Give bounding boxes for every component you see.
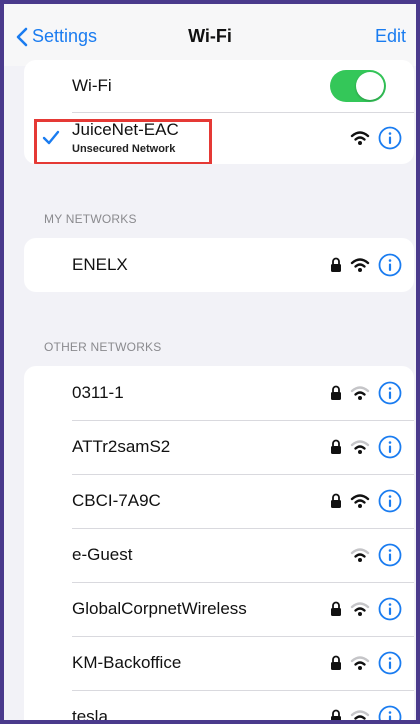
- connected-network-name: JuiceNet-EAC: [72, 120, 179, 139]
- network-icons: [330, 597, 402, 621]
- info-icon[interactable]: [378, 543, 402, 567]
- lock-icon: [330, 709, 342, 720]
- page-title: Wi-Fi: [188, 26, 232, 46]
- lock-icon: [330, 257, 342, 273]
- connected-icons: [350, 126, 402, 150]
- lock-icon: [330, 385, 342, 401]
- my-networks-header: MY NETWORKS: [44, 212, 137, 226]
- wifi-toggle-row: Wi-Fi: [24, 60, 414, 112]
- network-icons: [330, 651, 402, 675]
- network-name: e-Guest: [72, 545, 133, 564]
- wifi-icon: [350, 130, 370, 146]
- other-networks-card: 0311-1 ATTr2samS2 CBCI-7A9C e-Guest Glob…: [24, 366, 414, 724]
- connected-network-row[interactable]: JuiceNet-EAC Unsecured Network: [24, 112, 414, 164]
- other-networks-header: OTHER NETWORKS: [44, 340, 162, 354]
- wifi-icon: [350, 257, 370, 273]
- wifi-icon: [350, 709, 370, 720]
- wifi-label: Wi-Fi: [72, 76, 112, 95]
- info-icon[interactable]: [378, 489, 402, 513]
- network-icons: [330, 253, 402, 277]
- wifi-icon: [350, 547, 370, 563]
- network-row[interactable]: 0311-1: [24, 366, 414, 420]
- network-name: ENELX: [72, 255, 128, 274]
- network-name: ATTr2samS2: [72, 437, 171, 456]
- network-icons: [330, 489, 402, 513]
- wifi-icon: [350, 493, 370, 509]
- checkmark-icon: [42, 130, 60, 145]
- network-name: 0311-1: [72, 383, 124, 402]
- network-name: KM-Backoffice: [72, 653, 182, 672]
- network-row[interactable]: GlobalCorpnetWireless: [24, 582, 414, 636]
- navigation-bar: Settings Wi-Fi Edit: [4, 4, 416, 66]
- info-icon[interactable]: [378, 126, 402, 150]
- connected-network-status: Unsecured Network: [72, 143, 176, 155]
- my-networks-card: ENELX: [24, 238, 414, 292]
- network-row[interactable]: CBCI-7A9C: [24, 474, 414, 528]
- wifi-icon: [350, 655, 370, 671]
- info-icon[interactable]: [378, 705, 402, 720]
- network-row[interactable]: KM-Backoffice: [24, 636, 414, 690]
- network-icons: [330, 435, 402, 459]
- lock-icon: [330, 655, 342, 671]
- wifi-icon: [350, 601, 370, 617]
- wifi-toggle[interactable]: [330, 70, 386, 102]
- info-icon[interactable]: [378, 381, 402, 405]
- network-icons: [330, 381, 402, 405]
- network-icons: [330, 705, 402, 720]
- info-icon[interactable]: [378, 253, 402, 277]
- info-icon[interactable]: [378, 651, 402, 675]
- network-name: GlobalCorpnetWireless: [72, 599, 247, 618]
- network-name: CBCI-7A9C: [72, 491, 161, 510]
- wifi-icon: [350, 439, 370, 455]
- wifi-icon: [350, 385, 370, 401]
- lock-icon: [330, 493, 342, 509]
- network-row[interactable]: ATTr2samS2: [24, 420, 414, 474]
- network-row-enelx[interactable]: ENELX: [24, 238, 414, 292]
- wifi-card: Wi-Fi JuiceNet-EAC Unsecured Network: [24, 60, 414, 164]
- info-icon[interactable]: [378, 597, 402, 621]
- network-name: tesla: [72, 707, 108, 724]
- network-icons: [350, 543, 402, 567]
- lock-icon: [330, 439, 342, 455]
- lock-icon: [330, 601, 342, 617]
- edit-button[interactable]: Edit: [375, 26, 406, 47]
- toggle-knob: [356, 72, 384, 100]
- network-row[interactable]: e-Guest: [24, 528, 414, 582]
- wifi-settings-screen: Settings Wi-Fi Edit Wi-Fi JuiceNet-EAC U…: [0, 0, 420, 724]
- info-icon[interactable]: [378, 435, 402, 459]
- network-row[interactable]: tesla: [24, 690, 414, 724]
